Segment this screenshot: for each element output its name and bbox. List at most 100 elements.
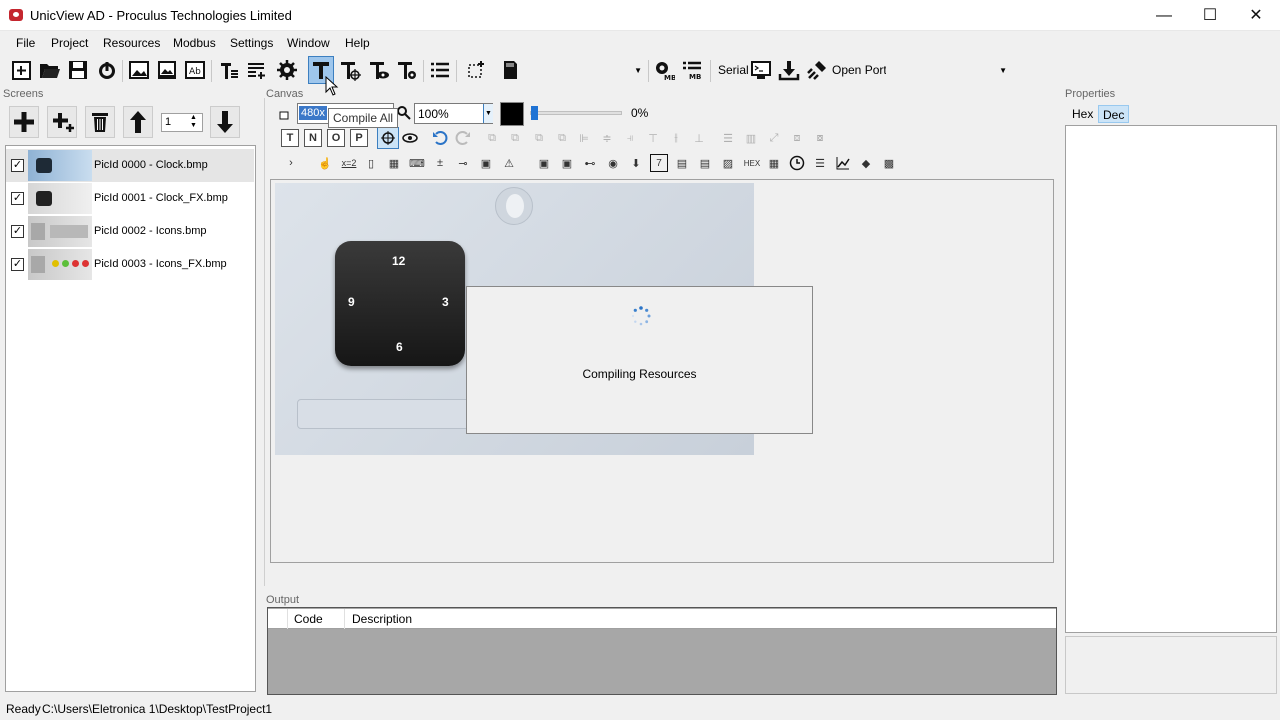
- bring-front-icon[interactable]: ⧉: [483, 129, 501, 147]
- icon-display-icon[interactable]: ▣: [535, 154, 553, 172]
- calendar-icon[interactable]: ▦: [765, 154, 783, 172]
- menu-resources[interactable]: Resources: [103, 36, 160, 50]
- crosshair-icon[interactable]: [377, 127, 399, 149]
- menu-file[interactable]: File: [16, 36, 35, 50]
- selection-frame-icon[interactable]: [464, 58, 488, 82]
- format-t-button[interactable]: T: [281, 129, 299, 147]
- dec-tab[interactable]: Dec: [1098, 105, 1130, 123]
- text-preview-icon[interactable]: [367, 58, 391, 82]
- modbus-settings-icon[interactable]: MB: [652, 58, 676, 82]
- screen-checkbox[interactable]: ✓: [11, 192, 24, 205]
- sd-card-icon[interactable]: [498, 58, 522, 82]
- screen-checkbox[interactable]: ✓: [11, 258, 24, 271]
- shapes-icon[interactable]: ◆: [857, 154, 875, 172]
- animation-icon[interactable]: ▣: [558, 154, 576, 172]
- hex-display-icon[interactable]: HEX: [742, 154, 762, 172]
- text-target-icon[interactable]: [338, 58, 362, 82]
- menu-help[interactable]: Help: [345, 36, 370, 50]
- clock-widget[interactable]: 12 9 3 6: [335, 241, 465, 366]
- hex-tab[interactable]: Hex: [1068, 105, 1097, 123]
- add-multiple-screens-button[interactable]: [47, 106, 77, 138]
- keyboard-icon[interactable]: ⌨: [408, 154, 426, 172]
- list-icon[interactable]: ☰: [811, 154, 829, 172]
- picture-icon[interactable]: ▨: [719, 154, 737, 172]
- calendar-clock-icon[interactable]: ▣: [477, 154, 495, 172]
- open-folder-icon[interactable]: [38, 58, 62, 82]
- screen-row[interactable]: ✓ PicId 0003 - Icons_FX.bmp: [6, 248, 254, 281]
- menu-modbus[interactable]: Modbus: [173, 36, 216, 50]
- move-down-button[interactable]: [210, 106, 240, 138]
- pointer-icon[interactable]: ›: [282, 154, 300, 172]
- redo-icon[interactable]: [454, 129, 472, 147]
- same-width-icon[interactable]: ⧈: [788, 129, 806, 147]
- port-combo[interactable]: ▼: [886, 62, 1009, 80]
- icon-download-icon[interactable]: ⬇: [627, 154, 645, 172]
- table-icon[interactable]: ▦: [385, 154, 403, 172]
- increment-icon[interactable]: ±: [431, 154, 449, 172]
- image-stack-icon[interactable]: [155, 58, 179, 82]
- rotation-icon[interactable]: ◉: [604, 154, 622, 172]
- screen-row[interactable]: ✓ PicId 0000 - Clock.bmp: [6, 149, 254, 182]
- opacity-slider[interactable]: [530, 106, 622, 120]
- scroll-bar-icon[interactable]: ▯: [362, 154, 380, 172]
- color-picker-swatch[interactable]: [500, 102, 524, 126]
- align-right-icon[interactable]: ⫣: [621, 129, 639, 147]
- save-icon[interactable]: [66, 58, 90, 82]
- new-project-icon[interactable]: [10, 58, 34, 82]
- opacity-slider-thumb[interactable]: [531, 106, 538, 120]
- format-o-button[interactable]: O: [327, 129, 345, 147]
- bar-control-icon[interactable]: ⊷: [581, 154, 599, 172]
- align-left-icon[interactable]: ⊫: [575, 129, 593, 147]
- screen-row[interactable]: ✓ PicId 0001 - Clock_FX.bmp: [6, 182, 254, 215]
- maximize-button[interactable]: ☐: [1187, 0, 1233, 31]
- stepper-arrows-icon[interactable]: ▲ ▼: [190, 114, 197, 130]
- modbus-list-icon[interactable]: MB: [680, 58, 704, 82]
- align-bottom-icon[interactable]: ⊥: [690, 129, 708, 147]
- bullet-list-icon[interactable]: [428, 58, 452, 82]
- send-back-icon[interactable]: ⧉: [553, 129, 571, 147]
- warning-icon[interactable]: ⚠: [500, 154, 518, 172]
- power-icon[interactable]: [95, 58, 119, 82]
- same-height-icon[interactable]: ⧇: [811, 129, 829, 147]
- column-header-code[interactable]: Code: [294, 612, 323, 626]
- variable-icon[interactable]: x=2: [339, 154, 359, 172]
- menu-project[interactable]: Project: [51, 36, 88, 50]
- page-stepper[interactable]: 1 ▲ ▼: [161, 113, 203, 132]
- send-backward-icon[interactable]: ⧉: [530, 129, 548, 147]
- move-up-button[interactable]: [123, 106, 153, 138]
- eye-icon[interactable]: [401, 129, 419, 147]
- download-icon[interactable]: [777, 58, 801, 82]
- distribute-horizontal-icon[interactable]: ▥: [742, 129, 760, 147]
- screen-checkbox[interactable]: ✓: [11, 159, 24, 172]
- list-add-icon[interactable]: [244, 58, 268, 82]
- chevron-down-icon[interactable]: ▼: [483, 104, 493, 123]
- delete-screen-button[interactable]: [85, 106, 115, 138]
- clock-icon[interactable]: [788, 154, 806, 172]
- text-list-icon[interactable]: [217, 58, 241, 82]
- device-combo[interactable]: ▼: [522, 62, 644, 80]
- add-screen-button[interactable]: [9, 106, 39, 138]
- column-header-description[interactable]: Description: [352, 612, 412, 626]
- zoom-combo[interactable]: 100% ▼: [414, 103, 493, 124]
- format-p-button[interactable]: P: [350, 129, 368, 147]
- align-middle-icon[interactable]: ⫲: [667, 129, 685, 147]
- menu-window[interactable]: Window: [287, 36, 330, 50]
- align-top-icon[interactable]: ⊤: [644, 129, 662, 147]
- text-settings-icon[interactable]: [395, 58, 419, 82]
- number-display-icon[interactable]: 7: [650, 154, 668, 172]
- text-display-icon[interactable]: ▤: [673, 154, 691, 172]
- bring-forward-icon[interactable]: ⧉: [506, 129, 524, 147]
- image-display-icon[interactable]: ▤: [696, 154, 714, 172]
- qr-code-icon[interactable]: ▩: [880, 154, 898, 172]
- undo-icon[interactable]: [431, 129, 449, 147]
- minimize-button[interactable]: —: [1141, 0, 1187, 31]
- slider-control-icon[interactable]: ⊸: [454, 154, 472, 172]
- open-port-button[interactable]: Open Port: [832, 63, 887, 77]
- plug-icon[interactable]: [805, 58, 829, 82]
- align-center-icon[interactable]: ≑: [598, 129, 616, 147]
- serial-monitor-icon[interactable]: [749, 58, 773, 82]
- format-n-button[interactable]: N: [304, 129, 322, 147]
- menu-settings[interactable]: Settings: [230, 36, 273, 50]
- touch-hand-icon[interactable]: ☝: [316, 154, 334, 172]
- line-chart-icon[interactable]: [834, 154, 852, 172]
